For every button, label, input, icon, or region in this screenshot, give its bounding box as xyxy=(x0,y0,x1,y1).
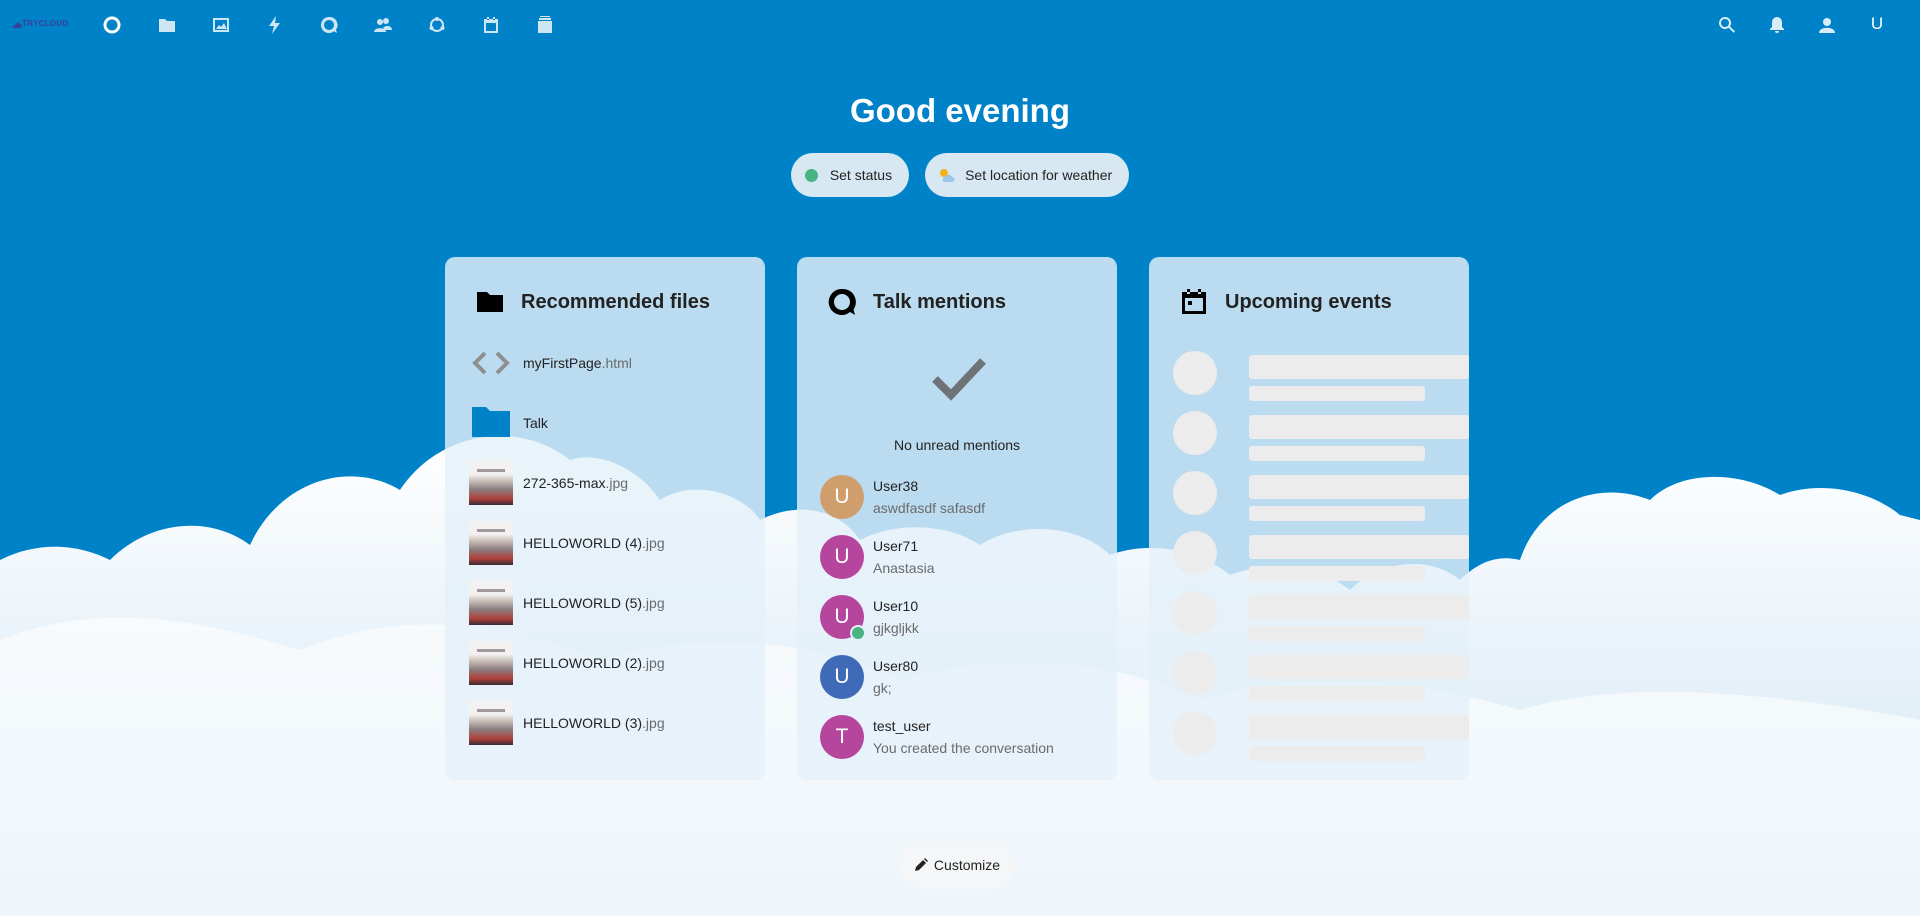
mention-message: gk; xyxy=(873,680,892,696)
avatar: U xyxy=(820,475,864,519)
file-item[interactable]: HELLOWORLD (5).jpg xyxy=(469,579,749,627)
mention-item[interactable]: U User38 aswdfasdf safasdf xyxy=(820,473,1100,521)
circles-icon[interactable] xyxy=(425,13,449,37)
dashboard-icon[interactable] xyxy=(100,13,124,37)
loading-placeholder xyxy=(1173,649,1469,701)
avatar: T xyxy=(820,715,864,759)
file-name: HELLOWORLD (3).jpg xyxy=(523,715,665,731)
avatar: U xyxy=(820,595,866,641)
folder-icon xyxy=(477,292,503,312)
talk-mentions-header: Talk mentions xyxy=(797,287,1117,317)
loading-placeholder xyxy=(1173,469,1469,521)
contacts-menu-icon[interactable] xyxy=(1815,13,1839,37)
weather-icon xyxy=(940,169,955,182)
talk-mentions-title: Talk mentions xyxy=(873,291,1006,313)
loading-placeholder xyxy=(1173,709,1469,761)
no-mentions-text: No unread mentions xyxy=(893,437,1021,453)
file-item[interactable]: Talk xyxy=(469,399,749,447)
image-thumbnail xyxy=(469,641,513,685)
loading-placeholder xyxy=(1173,589,1469,641)
mention-item[interactable]: U User80 gk; xyxy=(820,653,1100,701)
folder-file-icon xyxy=(469,401,513,445)
upcoming-events-header: Upcoming events xyxy=(1149,287,1469,317)
set-status-label: Set status xyxy=(829,167,893,183)
checkmark-icon xyxy=(932,358,986,401)
loading-placeholder xyxy=(1173,409,1469,461)
file-name: Talk xyxy=(523,415,548,431)
calendar-icon[interactable] xyxy=(479,13,503,37)
mention-message: Anastasia xyxy=(873,560,935,576)
search-icon[interactable] xyxy=(1715,13,1739,37)
photos-icon[interactable] xyxy=(209,13,233,37)
deck-icon[interactable] xyxy=(533,13,557,37)
greeting-title: Good evening xyxy=(849,92,1070,129)
talk-mentions-panel: Talk mentions No unread mentions U User3… xyxy=(797,257,1117,780)
file-name: HELLOWORLD (5).jpg xyxy=(523,595,665,611)
recommended-files-title: Recommended files xyxy=(521,291,710,313)
file-name: HELLOWORLD (2).jpg xyxy=(523,655,665,671)
customize-button[interactable]: Customize xyxy=(899,841,1015,889)
mention-user: User80 xyxy=(873,658,919,674)
image-thumbnail xyxy=(469,581,513,625)
notifications-icon[interactable] xyxy=(1765,13,1789,37)
file-item[interactable]: 272-365-max.jpg xyxy=(469,459,749,507)
customize-label: Customize xyxy=(933,857,1001,873)
activity-icon[interactable] xyxy=(263,13,287,37)
talk-icon[interactable] xyxy=(317,13,341,37)
mention-message: gjkgljkk xyxy=(873,620,919,636)
avatar: U xyxy=(820,535,864,579)
mention-item[interactable]: U User10 gjkgljkk xyxy=(820,593,1100,641)
file-name: HELLOWORLD (4).jpg xyxy=(523,535,665,551)
mention-user: User71 xyxy=(873,538,919,554)
recommended-files-header: Recommended files xyxy=(445,287,765,317)
weather-label: Set location for weather xyxy=(965,167,1113,183)
file-item[interactable]: HELLOWORLD (3).jpg xyxy=(469,699,749,747)
file-name: myFirstPage.html xyxy=(523,355,632,371)
mention-user: User38 xyxy=(873,478,919,494)
user-avatar[interactable]: U xyxy=(1867,14,1887,34)
file-name: 272-365-max.jpg xyxy=(523,475,629,491)
set-weather-location-button[interactable]: Set location for weather xyxy=(925,153,1130,197)
file-item[interactable]: HELLOWORLD (4).jpg xyxy=(469,519,749,567)
mention-item[interactable]: U User71 Anastasia xyxy=(820,533,1100,581)
image-thumbnail xyxy=(469,461,513,505)
pencil-icon xyxy=(914,858,928,871)
image-thumbnail xyxy=(469,521,513,565)
code-file-icon xyxy=(469,341,513,385)
logo-text: TRYCLOUD xyxy=(22,19,69,28)
mention-item[interactable]: T test_user You created the conversation xyxy=(820,713,1100,761)
mention-message: aswdfasdf safasdf xyxy=(873,500,986,516)
files-icon[interactable] xyxy=(155,13,179,37)
set-status-button[interactable]: Set status xyxy=(790,153,910,197)
image-thumbnail xyxy=(469,701,513,745)
upcoming-events-title: Upcoming events xyxy=(1225,291,1392,313)
top-header: TRYCLOUD U xyxy=(0,0,1920,50)
upcoming-events-panel: Upcoming events xyxy=(1149,257,1469,780)
mention-user: test_user xyxy=(873,718,931,734)
file-item[interactable]: HELLOWORLD (2).jpg xyxy=(469,639,749,687)
calendar-icon xyxy=(1182,289,1206,314)
mention-message: You created the conversation xyxy=(873,740,1054,756)
loading-placeholder xyxy=(1173,529,1469,581)
recommended-files-panel: Recommended files myFirstPage.html Talk … xyxy=(445,257,765,780)
avatar: U xyxy=(820,655,864,699)
status-row: Set status Set location for weather xyxy=(0,153,1920,197)
file-item[interactable]: myFirstPage.html xyxy=(469,339,749,387)
online-status-icon xyxy=(850,625,866,641)
mention-user: User10 xyxy=(873,598,919,614)
contacts-icon[interactable] xyxy=(371,13,395,37)
online-status-icon xyxy=(804,168,818,182)
loading-placeholder xyxy=(1173,349,1469,401)
talk-icon xyxy=(828,288,856,315)
